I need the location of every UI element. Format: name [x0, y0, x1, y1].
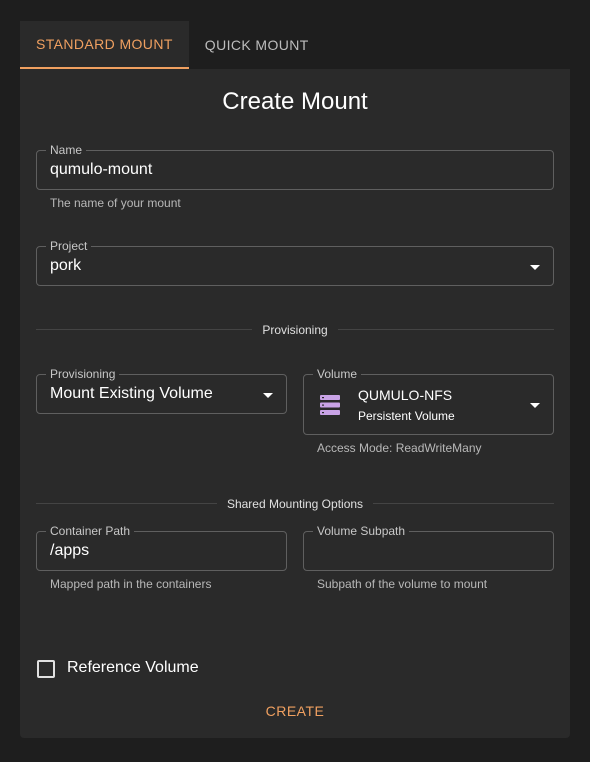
name-field-value: qumulo-mount [50, 161, 153, 178]
chevron-down-icon [530, 403, 540, 408]
create-mount-card: Create Mount Name qumulo-mount The name … [20, 69, 570, 738]
container-path-value: /apps [50, 542, 90, 559]
volume-subpath-field[interactable]: Volume Subpath [303, 523, 554, 571]
name-field[interactable]: Name qumulo-mount [36, 142, 554, 190]
volume-type: Persistent Volume [358, 409, 455, 423]
name-helper-text: The name of your mount [50, 196, 181, 210]
project-select[interactable]: Project pork [36, 238, 554, 286]
tab-standard-mount[interactable]: STANDARD MOUNT [20, 21, 189, 69]
project-select-label: Project [46, 238, 92, 254]
volume-helper-text: Access Mode: ReadWriteMany [317, 441, 482, 455]
mount-dialog: STANDARD MOUNT QUICK MOUNT Create Mount … [20, 21, 570, 738]
provisioning-section-text: Provisioning [252, 323, 338, 337]
container-path-field[interactable]: Container Path /apps [36, 523, 287, 571]
reference-volume-label[interactable]: Reference Volume [67, 659, 199, 677]
page-title: Create Mount [222, 88, 368, 115]
volume-subpath-label: Volume Subpath [313, 523, 410, 539]
provisioning-section-title: Provisioning [20, 323, 570, 337]
tab-bar: STANDARD MOUNT QUICK MOUNT [20, 21, 570, 69]
container-path-helper-text: Mapped path in the containers [50, 577, 212, 591]
chevron-down-icon [530, 265, 540, 270]
container-path-label: Container Path [46, 523, 135, 539]
volume-select[interactable]: Volume QUMULO-NFS Persistent Volume [303, 366, 554, 435]
server-storage-icon [320, 395, 340, 415]
provisioning-select-label: Provisioning [46, 366, 120, 382]
shared-options-section-text: Shared Mounting Options [216, 497, 374, 511]
name-field-label: Name [46, 142, 87, 158]
volume-subpath-helper-text: Subpath of the volume to mount [317, 577, 488, 591]
chevron-down-icon [263, 393, 273, 398]
reference-volume-checkbox[interactable] [37, 660, 55, 678]
tab-quick-mount[interactable]: QUICK MOUNT [189, 21, 325, 69]
project-select-value: pork [50, 257, 82, 274]
volume-select-label: Volume [313, 366, 362, 382]
volume-name: QUMULO-NFS [358, 387, 453, 403]
provisioning-select-value: Mount Existing Volume [50, 385, 213, 402]
provisioning-select[interactable]: Provisioning Mount Existing Volume [36, 366, 287, 414]
shared-options-section-title: Shared Mounting Options [20, 497, 570, 511]
create-button[interactable]: CREATE [20, 703, 570, 719]
